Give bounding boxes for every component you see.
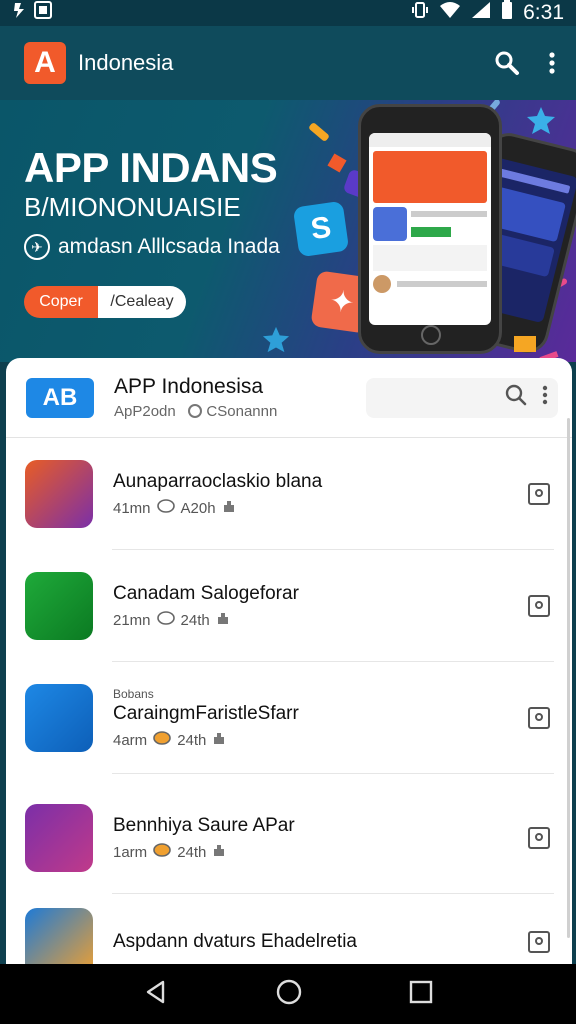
app-list-item[interactable]: Bobans CaraingmFaristleSfarr 4arm 24th: [6, 662, 572, 774]
app-name: Aunaparraoclaskio blana: [113, 471, 323, 492]
back-icon[interactable]: [143, 979, 169, 1010]
toggle-option-right[interactable]: /Cealeay: [98, 286, 186, 318]
download-icon: [212, 843, 226, 861]
download-icon: [222, 499, 236, 517]
rating-icon: [153, 731, 171, 749]
app-name: Canadam Salogeforar: [113, 583, 299, 604]
app-size: 41mn: [113, 499, 151, 517]
app-list-item[interactable]: Canadam Salogeforar 21mn 24th: [6, 550, 572, 662]
install-icon[interactable]: [528, 707, 550, 729]
hero-tagline-text: amdasn Alllcsada Inada: [58, 235, 280, 258]
app-info: Bobans CaraingmFaristleSfarr 4arm 24th: [113, 687, 528, 749]
app-rating: A20h: [180, 499, 216, 517]
home-icon[interactable]: [275, 978, 303, 1011]
app-icon[interactable]: [25, 804, 93, 872]
app-logo[interactable]: A: [24, 42, 66, 84]
hero-banner[interactable]: S ✦ APP INDANS B/MIONONUAISIE ✈ amdasn A…: [0, 100, 576, 362]
app-meta: 41mn A20h: [113, 499, 528, 517]
app-size: 1arm: [113, 843, 148, 861]
app-meta: 21mn 24th: [113, 611, 528, 629]
card-title: APP Indonesisa: [114, 375, 264, 398]
app-icon[interactable]: [25, 572, 93, 640]
confetti-decoration: [308, 121, 330, 143]
photo-icon: [34, 1, 52, 25]
install-icon[interactable]: [528, 483, 550, 505]
card-search-box[interactable]: [366, 377, 558, 418]
app-info: Aunaparraoclaskio blana 41mn A20h: [113, 471, 528, 517]
app-meta: 1arm 24th: [113, 843, 528, 861]
hero-tagline: ✈ amdasn Alllcsada Inada: [24, 234, 280, 260]
app-list-item[interactable]: Bennhiya Saure APar 1arm 24th: [6, 782, 572, 894]
star-decoration: [526, 106, 556, 141]
more-options-icon[interactable]: [548, 51, 556, 75]
app-info: Aspdann dvaturs Ehadelretia: [113, 931, 528, 953]
card-subtitle-part1: ApP2odn: [114, 403, 176, 420]
app-name: CaraingmFaristleSfarr: [113, 703, 299, 724]
install-icon[interactable]: [528, 827, 550, 849]
download-icon: [212, 731, 226, 749]
phone-mockup-front: [358, 104, 502, 354]
rating-icon: [153, 843, 171, 861]
more-options-icon[interactable]: [542, 385, 548, 410]
app-list-item[interactable]: Aunaparraoclaskio blana 41mn A20h: [6, 438, 572, 550]
hero-subtitle: B/MIONONUAISIE: [24, 192, 241, 222]
status-bar: 6:31: [0, 0, 576, 26]
app-info: Bennhiya Saure APar 1arm 24th: [113, 815, 528, 861]
app-rating: 24th: [177, 843, 207, 861]
signal-icon: [471, 1, 491, 25]
app-size: 21mn: [113, 611, 151, 629]
rating-icon: [156, 499, 175, 517]
app-name: Bennhiya Saure APar: [113, 815, 295, 836]
star-decoration: [262, 326, 290, 359]
app-bar: A Indonesia: [0, 26, 576, 100]
search-icon[interactable]: [504, 383, 528, 412]
app-rating: 24th: [180, 611, 210, 629]
app-icon[interactable]: [25, 908, 93, 968]
scrollbar[interactable]: [567, 418, 570, 938]
compass-icon: ✈: [24, 234, 50, 260]
status-time: 6:31: [523, 1, 564, 24]
app-meta: 4arm 24th: [113, 731, 528, 749]
battery-icon: [501, 0, 513, 26]
card-subtitle: ApP2odn CSonannn: [114, 403, 277, 420]
recents-icon[interactable]: [409, 980, 433, 1009]
search-icon[interactable]: [494, 50, 520, 76]
vibrate-icon: [411, 1, 429, 25]
wifi-icon: [439, 1, 461, 25]
confetti-decoration: [514, 336, 536, 352]
app-size: 4arm: [113, 731, 148, 749]
download-icon: [216, 611, 230, 629]
toggle-option-left[interactable]: Coper: [24, 286, 98, 318]
notification-icon: [12, 1, 28, 25]
row-divider: [112, 773, 554, 774]
app-list-item[interactable]: Aspdann dvaturs Ehadelretia: [6, 886, 572, 968]
install-icon[interactable]: [528, 931, 550, 953]
hero-toggle[interactable]: Coper /Cealeay: [24, 286, 186, 318]
app-name: Aspdann dvaturs Ehadelretia: [113, 931, 357, 952]
install-icon[interactable]: [528, 595, 550, 617]
hero-title: APP INDANS: [24, 144, 278, 191]
card-logo: AB: [26, 377, 94, 418]
card-header: AB APP Indonesisa ApP2odn CSonannn: [6, 358, 572, 438]
app-bar-title: Indonesia: [78, 50, 174, 75]
app-info: Canadam Salogeforar 21mn 24th: [113, 583, 528, 629]
app-category-label: Bobans: [113, 687, 154, 701]
card-subtitle-part2: CSonannn: [206, 403, 278, 420]
play-tile-icon: S: [292, 200, 350, 258]
navigation-bar: [0, 964, 576, 1024]
rating-icon: [156, 611, 175, 629]
app-list-card: AB APP Indonesisa ApP2odn CSonannn Aunap…: [6, 358, 572, 968]
user-icon: [188, 404, 203, 418]
app-rating: 24th: [177, 731, 207, 749]
app-icon[interactable]: [25, 460, 93, 528]
app-icon[interactable]: [25, 684, 93, 752]
confetti-decoration: [327, 153, 347, 173]
